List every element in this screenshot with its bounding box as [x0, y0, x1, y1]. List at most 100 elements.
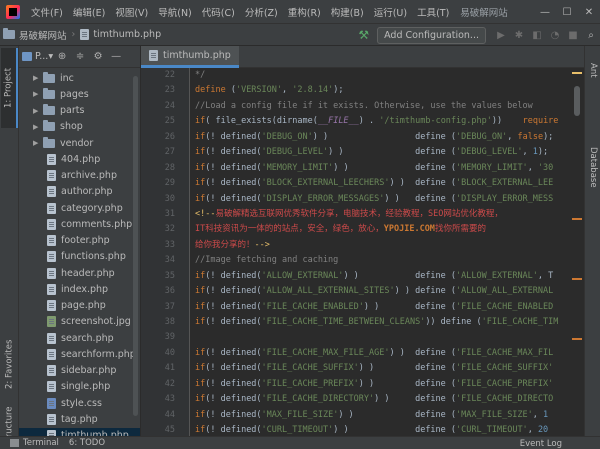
status-bar: Terminal 6: TODO Event Log — [0, 436, 600, 449]
add-configuration-button[interactable]: Add Configuration... — [377, 26, 486, 44]
tree-file[interactable]: sidebar.php — [19, 363, 140, 379]
breadcrumb-file-label: timthumb.php — [93, 29, 162, 40]
code-token: if — [195, 286, 206, 297]
breadcrumb-file[interactable]: timthumb.php — [77, 29, 164, 40]
menu-analyze[interactable]: 分析(Z) — [240, 5, 283, 19]
run-icon[interactable]: ▶ — [492, 30, 510, 41]
line-number: 39 — [164, 332, 175, 343]
menu-edit[interactable]: 编辑(E) — [68, 5, 110, 19]
tree-folder[interactable]: ▶ vendor — [19, 135, 140, 151]
left-tool-strip: 1: Project 2: Favorites 7: Structure — [0, 46, 19, 449]
menu-navigate[interactable]: 导航(N) — [153, 5, 197, 19]
folder-icon — [43, 136, 55, 148]
code-token: 'ALLOW_EXTERNAL' — [456, 270, 538, 281]
ant-tool-tab[interactable]: Ant — [585, 52, 600, 88]
todo-tool-tab[interactable]: 6: TODO — [69, 438, 105, 448]
menu-code[interactable]: 代码(C) — [197, 5, 240, 19]
expand-arrow-icon[interactable]: ▶ — [33, 139, 43, 147]
tree-file[interactable]: screenshot.jpg — [19, 314, 140, 330]
error-marker[interactable] — [572, 218, 582, 220]
code-token: , T — [537, 270, 554, 281]
favorites-tool-tab[interactable]: 2: Favorites — [1, 334, 18, 394]
tree-file[interactable]: archive.php — [19, 168, 140, 184]
code-token: if — [195, 425, 206, 436]
code-line: if(! defined('ALLOW_EXTERNAL') ) define … — [195, 269, 569, 284]
event-log-tab[interactable]: Event Log — [520, 437, 562, 449]
maximize-button[interactable]: ☐ — [556, 0, 578, 24]
php-file-icon — [47, 381, 56, 393]
database-tool-tab[interactable]: Database — [585, 140, 600, 194]
menu-view[interactable]: 视图(V) — [110, 5, 153, 19]
tree-file[interactable]: author.php — [19, 184, 140, 200]
breadcrumb-project[interactable]: 易破解网站 — [0, 28, 70, 42]
coverage-icon[interactable]: ◧ — [528, 30, 546, 41]
tree-file[interactable]: 404.php — [19, 151, 140, 167]
code-token: ) ) define ( — [328, 147, 457, 158]
tree-file[interactable]: tag.php — [19, 411, 140, 427]
build-hammer-icon[interactable]: ⚒ — [358, 28, 369, 42]
stop-icon[interactable]: ■ — [564, 30, 582, 41]
project-view-selector[interactable]: P... ▾ — [22, 51, 53, 62]
menu-file[interactable]: 文件(F) — [26, 5, 68, 19]
code-token: 'FILE_CACHE_TIM — [481, 317, 559, 327]
tree-file[interactable]: header.php — [19, 265, 140, 281]
minimize-button[interactable]: — — [534, 0, 556, 24]
project-scrollbar[interactable] — [133, 76, 138, 416]
code-line: //Image fetching and caching — [195, 253, 569, 268]
collapse-all-icon[interactable]: ≑ — [71, 51, 89, 62]
menu-refactor[interactable]: 重构(R) — [283, 5, 326, 19]
debug-icon[interactable]: ✱ — [510, 30, 528, 41]
editor-scrollbar[interactable] — [569, 68, 584, 439]
locate-file-icon[interactable]: ⊕ — [53, 51, 71, 62]
code-token: , — [527, 162, 538, 173]
tree-file[interactable]: single.php — [19, 379, 140, 395]
line-number: 37 — [164, 301, 175, 312]
project-tool-tab[interactable]: 1: Project — [1, 48, 18, 128]
tree-folder[interactable]: ▶ inc — [19, 70, 140, 86]
code-token: 1 — [543, 409, 549, 420]
code-token: 找你所需要的 — [434, 224, 486, 235]
expand-arrow-icon[interactable]: ▶ — [33, 107, 43, 115]
editor-scrollbar-thumb[interactable] — [574, 86, 580, 116]
tree-file[interactable]: category.php — [19, 200, 140, 216]
code-token: ) ) define ( — [363, 301, 457, 312]
expand-arrow-icon[interactable]: ▶ — [33, 123, 43, 131]
error-marker[interactable] — [572, 278, 582, 280]
folder-icon — [43, 120, 55, 132]
search-everywhere-icon[interactable]: ⌕ — [582, 30, 600, 41]
expand-arrow-icon[interactable]: ▶ — [33, 74, 43, 82]
tree-file[interactable]: comments.php — [19, 216, 140, 232]
terminal-tool-tab[interactable]: Terminal — [10, 438, 59, 448]
breadcrumb-project-label: 易破解网站 — [19, 30, 67, 42]
tree-file[interactable]: functions.php — [19, 249, 140, 265]
tree-folder[interactable]: ▶ parts — [19, 103, 140, 119]
close-button[interactable]: ✕ — [578, 0, 600, 24]
tree-item-label: functions.php — [61, 251, 126, 263]
profile-icon[interactable]: ◔ — [546, 30, 564, 41]
tree-file[interactable]: footer.php — [19, 233, 140, 249]
menu-run[interactable]: 运行(U) — [369, 5, 412, 19]
tree-folder[interactable]: ▶ pages — [19, 86, 140, 102]
code-token: 'FILE_CACHE_ENABLED' — [261, 301, 364, 312]
warning-marker[interactable] — [572, 72, 582, 74]
expand-arrow-icon[interactable]: ▶ — [33, 90, 43, 98]
settings-gear-icon[interactable]: ⚙ — [89, 51, 107, 62]
editor-tab-timthumb[interactable]: timthumb.php — [141, 46, 239, 68]
tree-file[interactable]: style.css — [19, 395, 140, 411]
breadcrumb-separator: › — [71, 29, 76, 40]
code-editor[interactable]: */ define ('VERSION', '2.8.14'); //Load a … — [195, 68, 569, 439]
hide-panel-icon[interactable]: — — [107, 51, 125, 62]
tree-file[interactable]: search.php — [19, 330, 140, 346]
line-number: 29 — [164, 178, 175, 189]
code-token: )) — [491, 116, 523, 127]
menu-build[interactable]: 构建(B) — [326, 5, 369, 19]
tree-item-label: screenshot.jpg — [61, 316, 131, 328]
tree-item-label: pages — [60, 88, 89, 100]
menu-tools[interactable]: 工具(T) — [412, 5, 454, 19]
tree-file[interactable]: page.php — [19, 298, 140, 314]
tree-item-label: inc — [60, 72, 74, 84]
tree-folder[interactable]: ▶ shop — [19, 119, 140, 135]
error-marker[interactable] — [572, 338, 582, 340]
tree-file[interactable]: index.php — [19, 281, 140, 297]
tree-file[interactable]: searchform.php — [19, 346, 140, 362]
